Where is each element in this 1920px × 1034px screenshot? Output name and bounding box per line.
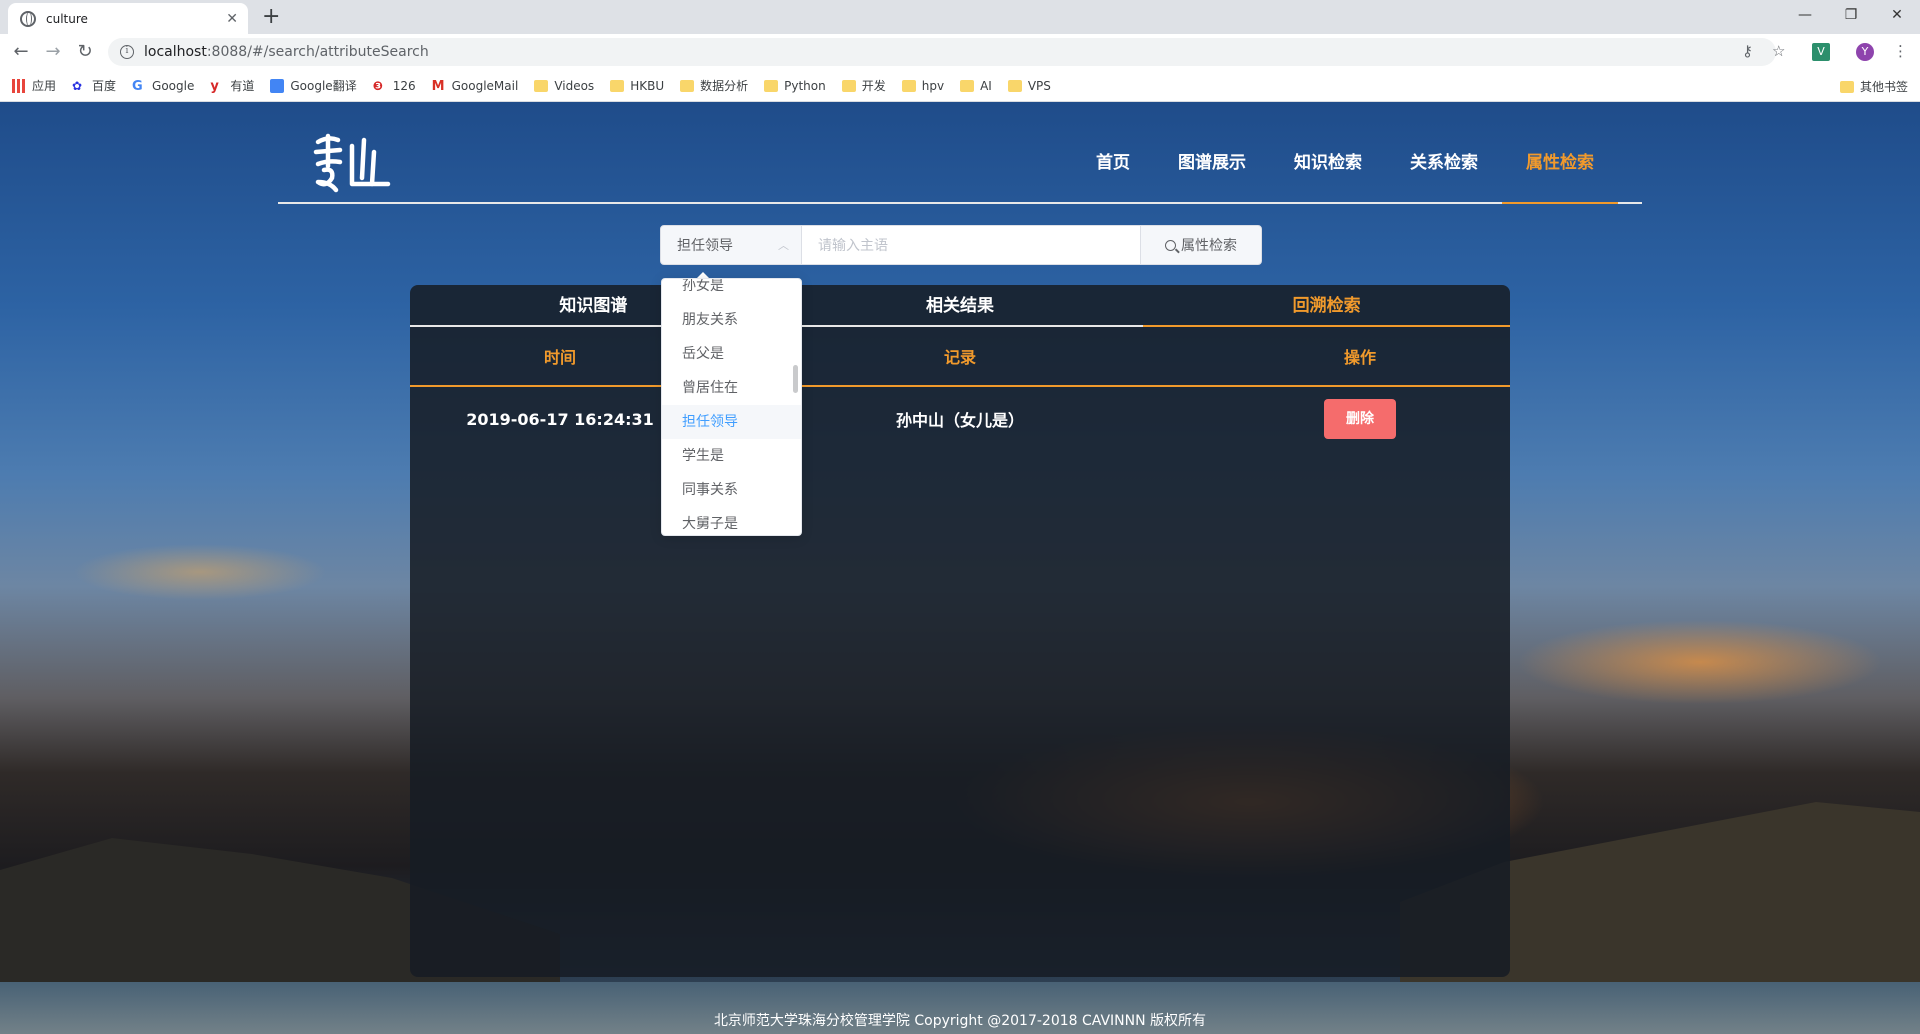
site-header: 首页 图谱展示 知识检索 关系检索 属性检索 xyxy=(278,102,1642,204)
tab-history-search[interactable]: 回溯检索 xyxy=(1143,285,1510,327)
footer-copyright: 北京师范大学珠海分校管理学院 Copyright @2017-2018 CAVI… xyxy=(713,1013,1207,1029)
star-icon[interactable]: ☆ xyxy=(1772,42,1785,60)
folder-icon xyxy=(534,79,549,92)
translate-icon xyxy=(270,78,285,93)
bookmark-apps[interactable]: 应用 xyxy=(12,77,56,94)
bookmark-googlemail[interactable]: M GoogleMail xyxy=(431,78,519,94)
nav-graph-display[interactable]: 图谱展示 xyxy=(1178,102,1246,202)
dropdown-option[interactable]: 孙女是 xyxy=(662,279,801,303)
bookmark-data-analysis[interactable]: 数据分析 xyxy=(680,77,748,94)
nav-knowledge-search[interactable]: 知识检索 xyxy=(1294,102,1362,202)
delete-button[interactable]: 删除 xyxy=(1324,399,1396,439)
search-bar: 担任领导 ︿ 请输入主语 属性检索 xyxy=(660,225,1262,265)
folder-icon xyxy=(764,79,779,92)
chevron-up-icon: ︿ xyxy=(778,239,789,252)
126-icon: ❸ xyxy=(372,78,383,93)
globe-icon xyxy=(20,10,36,27)
table-header: 时间 记录 操作 xyxy=(410,329,1510,387)
attribute-select-value: 担任领导 xyxy=(677,238,733,254)
google-icon: G xyxy=(132,78,143,94)
search-icon xyxy=(1165,239,1176,251)
menu-icon[interactable]: ⋮ xyxy=(1893,42,1908,60)
folder-icon xyxy=(680,79,695,92)
page-background: 首页 图谱展示 知识检索 关系检索 属性检索 担任领导 ︿ 请输入主语 属性检索… xyxy=(0,102,1920,1034)
new-tab-button[interactable]: + xyxy=(262,6,280,28)
dropdown-option[interactable]: 同事关系 xyxy=(662,473,801,507)
attribute-search-button[interactable]: 属性检索 xyxy=(1140,225,1262,265)
dropdown-option[interactable]: 学生是 xyxy=(662,439,801,473)
address-bar[interactable]: i localhost :8088/#/search/attributeSear… xyxy=(108,38,1776,66)
main-nav: 首页 图谱展示 知识检索 关系检索 属性检索 xyxy=(1048,102,1618,204)
reload-icon[interactable]: ↻ xyxy=(74,41,96,63)
restore-button[interactable]: ❐ xyxy=(1828,0,1874,30)
dropdown-option[interactable]: 岳父是 xyxy=(662,337,801,371)
folder-icon xyxy=(960,79,975,92)
url-host: localhost xyxy=(144,44,207,60)
folder-icon xyxy=(1007,79,1022,92)
logo[interactable] xyxy=(312,130,392,194)
table-row: 2019-06-17 16:24:31 孙中山（女儿是） 删除 xyxy=(410,389,1510,449)
vue-extension-icon[interactable]: V xyxy=(1812,43,1830,61)
close-tab-icon[interactable]: ✕ xyxy=(226,11,238,27)
bookmark-other[interactable]: 其他书签 xyxy=(1839,78,1908,95)
dropdown-scrollbar[interactable] xyxy=(793,365,798,393)
bookmark-baidu[interactable]: ✿ 百度 xyxy=(72,77,116,94)
baidu-icon: ✿ xyxy=(72,78,83,93)
bookmark-videos[interactable]: Videos xyxy=(534,79,594,93)
info-icon[interactable]: i xyxy=(120,45,134,59)
row-action-cell: 删除 xyxy=(1210,399,1510,439)
url-path: :8088/#/search/attributeSearch xyxy=(206,44,429,60)
close-window-button[interactable]: ✕ xyxy=(1874,0,1920,30)
dropdown-option[interactable]: 曾居住在 xyxy=(662,371,801,405)
folder-icon xyxy=(901,79,916,92)
folder-icon xyxy=(1839,80,1854,93)
folder-icon xyxy=(610,79,625,92)
tab-title: culture xyxy=(46,11,88,26)
bookmark-vps[interactable]: VPS xyxy=(1007,79,1051,93)
bookmark-google-translate[interactable]: Google翻译 xyxy=(270,77,357,94)
nav-attribute-search[interactable]: 属性检索 xyxy=(1502,102,1618,204)
bookmark-youdao[interactable]: y 有道 xyxy=(210,77,254,94)
bookmarks-bar: 应用 ✿ 百度 G Google y 有道 Google翻译 ❸ 126 M Google… xyxy=(0,70,1920,102)
column-header-action: 操作 xyxy=(1343,348,1376,367)
bookmark-python[interactable]: Python xyxy=(764,79,826,93)
dropdown-list: 孙女是 朋友关系 岳父是 曾居住在 担任领导 学生是 同事关系 大舅子是 xyxy=(662,279,801,535)
attribute-select[interactable]: 担任领导 ︿ xyxy=(660,225,802,265)
dropdown-option-selected[interactable]: 担任领导 xyxy=(662,405,801,439)
dropdown-option[interactable]: 大舅子是 xyxy=(662,507,801,535)
nav-home[interactable]: 首页 xyxy=(1096,102,1130,202)
attribute-search-button-label: 属性检索 xyxy=(1181,238,1237,254)
tab-related-results[interactable]: 相关结果 xyxy=(777,285,1144,325)
results-panel: 知识图谱 相关结果 回溯检索 时间 记录 操作 2019-06-17 16:24… xyxy=(410,285,1510,977)
bookmark-ai[interactable]: AI xyxy=(960,79,992,93)
youdao-icon: y xyxy=(210,78,219,94)
bookmark-126[interactable]: ❸ 126 xyxy=(373,79,416,93)
bookmark-hkbu[interactable]: HKBU xyxy=(610,79,664,93)
key-icon[interactable]: ⚷ xyxy=(1742,42,1753,60)
browser-tabbar: culture ✕ + — ❐ ✕ xyxy=(0,0,1920,34)
folder-icon xyxy=(841,79,856,92)
subject-input[interactable]: 请输入主语 xyxy=(802,225,1140,265)
dropdown-option[interactable]: 朋友关系 xyxy=(662,303,801,337)
gmail-icon: M xyxy=(431,78,445,94)
avatar[interactable]: Y xyxy=(1856,43,1874,61)
forward-icon[interactable]: → xyxy=(42,41,64,63)
browser-tab[interactable]: culture ✕ xyxy=(8,3,248,34)
address-row: ← → ↻ i localhost :8088/#/search/attribu… xyxy=(0,34,1920,70)
panel-tabs: 知识图谱 相关结果 回溯检索 xyxy=(410,285,1510,327)
attribute-dropdown: 孙女是 朋友关系 岳父是 曾居住在 担任领导 学生是 同事关系 大舅子是 xyxy=(661,278,802,536)
bookmark-hpv[interactable]: hpv xyxy=(901,79,944,93)
apps-grid-icon xyxy=(12,78,26,93)
minimize-button[interactable]: — xyxy=(1782,0,1828,30)
nav-relation-search[interactable]: 关系检索 xyxy=(1410,102,1478,202)
back-icon[interactable]: ← xyxy=(10,41,32,63)
bookmark-dev[interactable]: 开发 xyxy=(841,77,886,94)
bookmark-google[interactable]: G Google xyxy=(132,78,194,94)
